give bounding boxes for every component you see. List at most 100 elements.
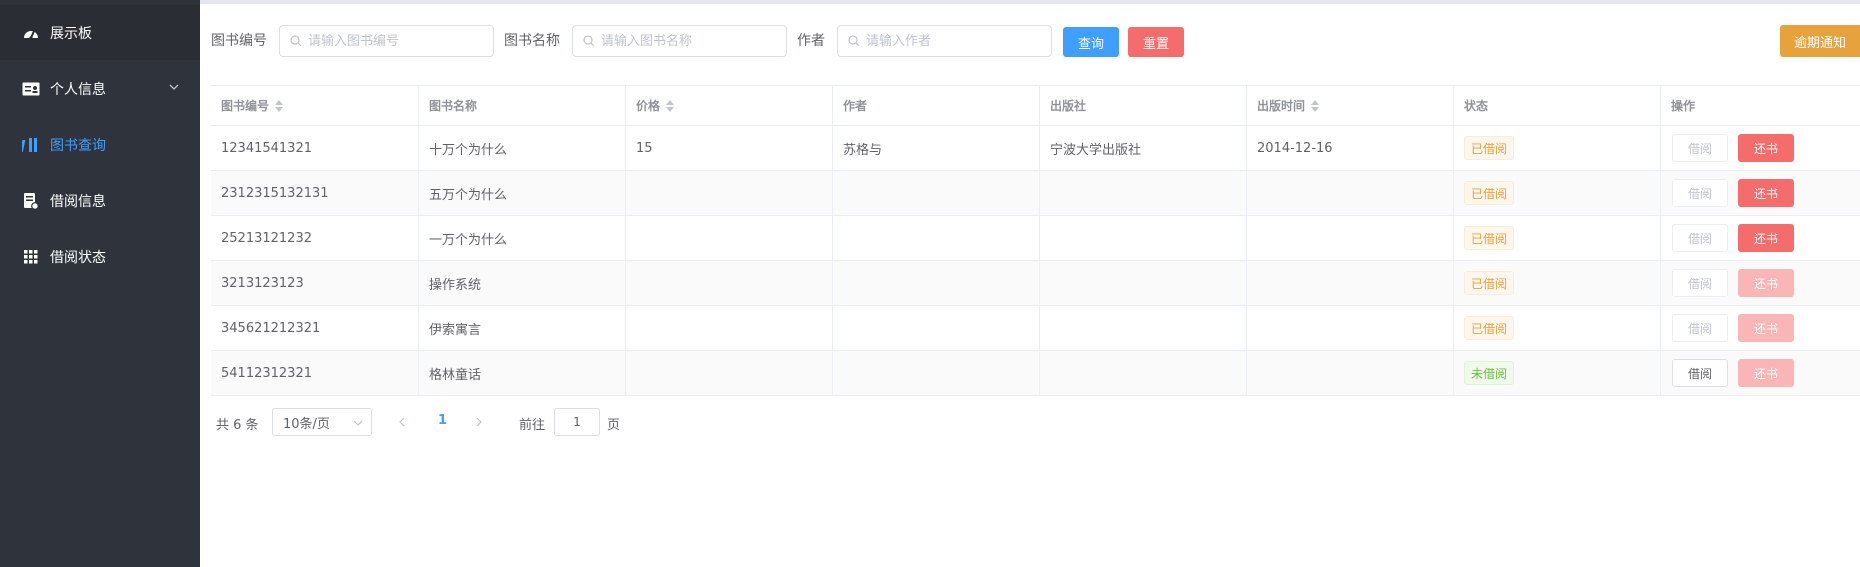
status-badge: 已借阅 <box>1464 181 1515 205</box>
sidebar-item-borrow-status[interactable]: 借阅状态 <box>0 229 200 284</box>
search-icon <box>848 35 860 47</box>
publish-date-cell: 2014-12-16 <box>1246 126 1453 170</box>
return-button[interactable]: 还书 <box>1738 359 1794 387</box>
publisher-cell <box>1039 171 1246 215</box>
book-name-label: 图书名称 <box>504 33 560 49</box>
sidebar-item-borrow-info[interactable]: 借阅信息 <box>0 173 200 228</box>
publisher-cell <box>1039 306 1246 350</box>
book-name-field[interactable] <box>572 25 787 57</box>
total-count: 共 6 条 <box>216 418 259 433</box>
author-cell <box>832 171 1039 215</box>
column-header-book-id[interactable]: 图书编号 <box>211 86 418 125</box>
return-button[interactable]: 还书 <box>1738 179 1794 207</box>
publish-date-cell <box>1246 351 1453 395</box>
book-id-field[interactable] <box>279 25 494 57</box>
publish-date-cell <box>1246 306 1453 350</box>
search-icon <box>583 35 595 47</box>
book-name-cell: 操作系统 <box>418 261 625 305</box>
status-badge: 已借阅 <box>1464 136 1515 160</box>
return-button[interactable]: 还书 <box>1738 134 1794 162</box>
borrow-button[interactable]: 借阅 <box>1672 359 1728 387</box>
author-cell <box>832 306 1039 350</box>
price-cell: 15 <box>625 126 832 170</box>
column-header-status: 状态 <box>1453 86 1660 125</box>
sort-icon[interactable] <box>1311 99 1320 112</box>
author-cell <box>832 261 1039 305</box>
column-header-publish-date[interactable]: 出版时间 <box>1246 86 1453 125</box>
table-row: 54112312321 格林童话 未借阅 借阅 还书 <box>211 351 1860 396</box>
sidebar-item-book-search[interactable]: 图书查询 <box>0 117 200 172</box>
table-row: 3213123123 操作系统 已借阅 借阅 还书 <box>211 261 1860 306</box>
query-button[interactable]: 查询 <box>1063 27 1119 57</box>
reset-button[interactable]: 重置 <box>1128 27 1184 57</box>
book-name-cell: 伊索寓言 <box>418 306 625 350</box>
actions-cell: 借阅 还书 <box>1660 306 1860 350</box>
overdue-notice-button[interactable]: 逾期通知 <box>1780 25 1860 57</box>
book-id-cell: 2312315132131 <box>221 185 329 201</box>
sidebar-item-label: 借阅信息 <box>50 193 106 210</box>
column-header-author: 作者 <box>832 86 1039 125</box>
chevron-down-icon <box>353 420 363 426</box>
borrow-button[interactable]: 借阅 <box>1672 314 1728 342</box>
book-name-cell: 一万个为什么 <box>418 216 625 260</box>
status-badge: 已借阅 <box>1464 316 1515 340</box>
status-cell: 未借阅 <box>1453 351 1660 395</box>
status-cell: 已借阅 <box>1453 126 1660 170</box>
borrow-button[interactable]: 借阅 <box>1672 179 1728 207</box>
return-button[interactable]: 还书 <box>1738 269 1794 297</box>
status-badge: 已借阅 <box>1464 271 1515 295</box>
book-name-input[interactable] <box>601 33 771 49</box>
book-id-label: 图书编号 <box>211 33 267 49</box>
column-header-price[interactable]: 价格 <box>625 86 832 125</box>
table-header: 图书编号 图书名称 价格 作者 出版社 出版时间 状态 操作 <box>211 86 1860 126</box>
book-id-input[interactable] <box>308 33 478 49</box>
prev-page-icon[interactable] <box>397 417 407 427</box>
book-id-cell: 25213121232 <box>221 230 312 246</box>
sort-icon[interactable] <box>275 99 284 112</box>
publisher-cell <box>1039 216 1246 260</box>
publisher-cell <box>1039 261 1246 305</box>
sidebar-item-personal-info[interactable]: 个人信息 <box>0 61 200 116</box>
status-cell: 已借阅 <box>1453 171 1660 215</box>
sidebar-item-label: 图书查询 <box>50 137 106 154</box>
borrow-button[interactable]: 借阅 <box>1672 134 1728 162</box>
price-cell <box>625 306 832 350</box>
book-name-cell: 十万个为什么 <box>418 126 625 170</box>
next-page-icon[interactable] <box>474 417 484 427</box>
book-id-cell: 12341541321 <box>221 140 312 156</box>
table-body: 12341541321 十万个为什么 15 苏格与 宁波大学出版社 2014-12-16 已… <box>211 126 1860 396</box>
actions-cell: 借阅 还书 <box>1660 351 1860 395</box>
publisher-cell <box>1039 351 1246 395</box>
author-field[interactable] <box>837 25 1052 57</box>
return-button[interactable]: 还书 <box>1738 314 1794 342</box>
books-table: 图书编号 图书名称 价格 作者 出版社 出版时间 状态 操作 123415413… <box>211 85 1860 396</box>
status-badge: 未借阅 <box>1464 361 1515 385</box>
goto-label: 前往 <box>519 418 546 433</box>
sort-icon[interactable] <box>666 99 675 112</box>
top-divider <box>200 0 1860 4</box>
current-page[interactable]: 1 <box>438 413 447 428</box>
status-cell: 已借阅 <box>1453 216 1660 260</box>
chevron-down-icon <box>168 81 180 97</box>
borrow-button[interactable]: 借阅 <box>1672 224 1728 252</box>
price-cell <box>625 261 832 305</box>
publish-date-cell <box>1246 171 1453 215</box>
author-input[interactable] <box>866 33 1036 49</box>
sidebar-item-label: 个人信息 <box>50 81 106 98</box>
return-button[interactable]: 还书 <box>1738 224 1794 252</box>
publisher-cell: 宁波大学出版社 <box>1039 126 1246 170</box>
column-header-actions: 操作 <box>1660 86 1860 125</box>
sidebar-item-dashboard[interactable]: 展示板 <box>0 5 200 60</box>
page-size-select[interactable]: 10条/页 <box>272 408 372 436</box>
price-cell <box>625 351 832 395</box>
sidebar-item-label: 展示板 <box>50 25 92 42</box>
borrow-button[interactable]: 借阅 <box>1672 269 1728 297</box>
column-header-book-name: 图书名称 <box>418 86 625 125</box>
price-cell <box>625 171 832 215</box>
status-cell: 已借阅 <box>1453 261 1660 305</box>
table-row: 25213121232 一万个为什么 已借阅 借阅 还书 <box>211 216 1860 261</box>
document-icon <box>22 192 40 210</box>
author-label: 作者 <box>797 33 825 49</box>
goto-page-input[interactable]: 1 <box>554 408 600 436</box>
book-name-cell: 格林童话 <box>418 351 625 395</box>
